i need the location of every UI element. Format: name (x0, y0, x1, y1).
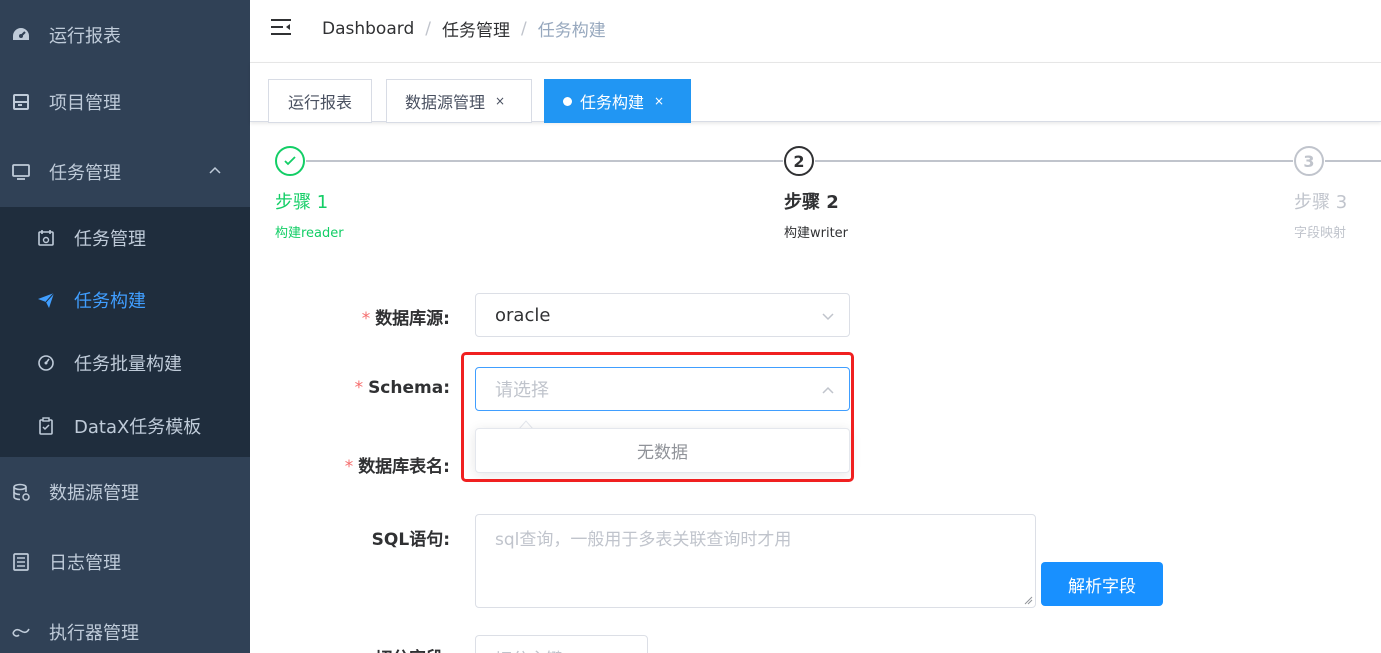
tags-view-bar: 运行报表 数据源管理 × 任务构建 × (250, 62, 1381, 123)
executor-icon (10, 621, 32, 643)
sidebar-item-tasks[interactable]: 任务管理 (0, 137, 250, 207)
submenu-item-batch-build[interactable]: 任务批量构建 (0, 332, 250, 394)
split-label: 切分字段: (375, 644, 450, 653)
sidebar-item-label: 日志管理 (49, 553, 121, 574)
submenu-item-label: 任务构建 (74, 291, 146, 312)
task-submenu: 任务管理 任务构建 任务批量构建 DataX任务模板 (0, 207, 250, 457)
sidebar-item-label: 任务管理 (49, 163, 121, 184)
sidebar: 运行报表 项目管理 任务管理 任务管理 任务构建 任务批量构建 DataX任务模… (0, 0, 250, 653)
datasource-label: * 数据库源: (361, 309, 450, 329)
sidebar-item-label: 项目管理 (49, 93, 121, 114)
monitor-icon (10, 161, 32, 183)
tag-label: 数据源管理 (405, 93, 486, 112)
dashboard-icon (10, 24, 32, 46)
split-placeholder: 切分主键 (495, 645, 563, 653)
sidebar-item-datasource[interactable]: 数据源管理 (0, 457, 250, 527)
sidebar-item-executors[interactable]: 执行器管理 (0, 597, 250, 653)
table-label: * 数据库表名: (344, 457, 450, 477)
tag-reports[interactable]: 运行报表 (268, 79, 372, 123)
step-2-number: 2 (784, 146, 814, 176)
database-icon (10, 481, 32, 503)
datasource-value: oracle (495, 304, 551, 326)
hamburger-icon[interactable] (270, 16, 292, 38)
sidebar-item-label: 执行器管理 (49, 623, 139, 644)
submenu-item-label: 任务管理 (74, 229, 146, 250)
tag-label: 任务构建 (580, 93, 645, 112)
sidebar-item-logs[interactable]: 日志管理 (0, 527, 250, 597)
submenu-item-task-build[interactable]: 任务构建 (0, 269, 250, 331)
schema-label: * Schema: (354, 378, 450, 398)
sql-placeholder: sql查询，一般用于多表关联查询时才用 (495, 530, 792, 550)
project-icon (10, 91, 32, 113)
sql-label: SQL语句: (371, 530, 450, 550)
gauge-icon (36, 353, 56, 373)
tag-label: 运行报表 (287, 93, 352, 112)
paper-plane-icon (36, 290, 56, 310)
clipboard-icon (36, 416, 56, 436)
step-connector (815, 160, 1293, 162)
calendar-icon (36, 228, 56, 248)
breadcrumb-current: 任务构建 (537, 21, 606, 41)
split-input[interactable]: 切分主键 (475, 635, 648, 653)
step-3-number: 3 (1294, 146, 1324, 176)
step-connector (1325, 160, 1381, 162)
chevron-up-icon (209, 166, 221, 174)
step-3-title: 步骤 3 (1294, 192, 1348, 213)
breadcrumb-separator: / (520, 18, 527, 39)
step-3-desc: 字段映射 (1294, 226, 1347, 241)
close-icon[interactable]: × (654, 94, 664, 108)
submenu-item-label: DataX任务模板 (74, 417, 202, 438)
step-2-title: 步骤 2 (784, 192, 839, 213)
submenu-item-label: 任务批量构建 (74, 354, 182, 375)
sidebar-item-projects[interactable]: 项目管理 (0, 67, 250, 137)
submenu-item-datax-template[interactable]: DataX任务模板 (0, 395, 250, 457)
step-1-title: 步骤 1 (275, 192, 329, 213)
step-2-desc: 构建writer (784, 226, 849, 241)
active-dot-icon (563, 96, 572, 106)
tag-task-build[interactable]: 任务构建 × (544, 79, 691, 123)
parse-fields-button[interactable]: 解析字段 (1041, 562, 1163, 606)
sidebar-item-label: 运行报表 (49, 26, 121, 47)
chevron-down-icon (822, 313, 834, 321)
breadcrumb-dashboard[interactable]: Dashboard (322, 19, 414, 39)
highlight-annotation (461, 352, 854, 482)
log-icon (10, 551, 32, 573)
sidebar-item-label: 数据源管理 (49, 483, 139, 504)
sql-textarea[interactable]: sql查询，一般用于多表关联查询时才用 (475, 514, 1036, 608)
sidebar-item-reports[interactable]: 运行报表 (0, 0, 250, 70)
breadcrumb-separator: / (425, 18, 431, 39)
submenu-item-task-manage[interactable]: 任务管理 (0, 207, 250, 269)
close-icon[interactable]: × (495, 94, 505, 108)
step-1-desc: 构建reader (275, 226, 344, 241)
resize-handle-icon[interactable] (1023, 595, 1033, 605)
tag-datasource[interactable]: 数据源管理 × (386, 79, 532, 123)
step-1-success-icon (275, 146, 305, 176)
breadcrumb: Dashboard / 任务管理 / 任务构建 (322, 16, 606, 42)
breadcrumb-task-manage[interactable]: 任务管理 (442, 16, 510, 41)
datasource-select[interactable]: oracle (475, 293, 850, 337)
step-connector (306, 160, 783, 162)
